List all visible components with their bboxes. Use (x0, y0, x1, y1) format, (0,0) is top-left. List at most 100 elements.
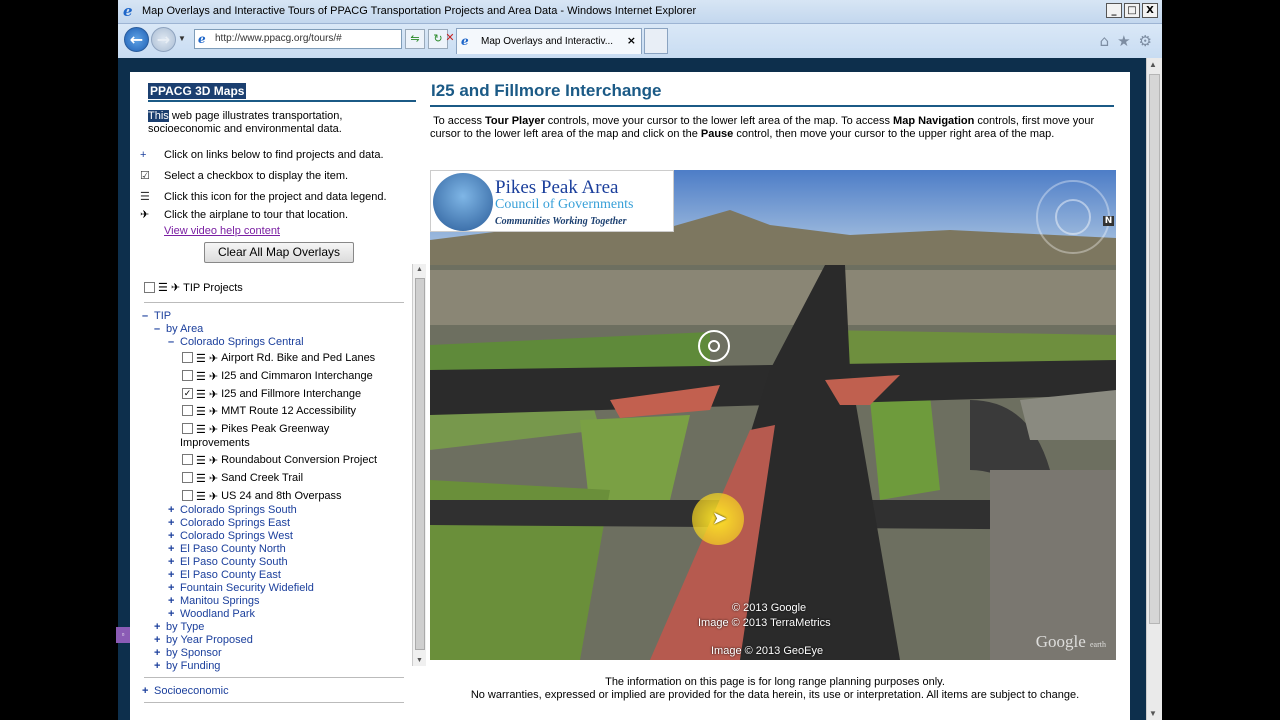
sidebar-scrollbar[interactable]: ▲ ▼ (412, 264, 426, 666)
project-label-continued[interactable]: Improvements (180, 437, 250, 449)
scroll-down-icon[interactable]: ▼ (416, 657, 423, 664)
sidebar-scroll-thumb[interactable] (415, 278, 425, 650)
tree-group-item[interactable]: + by Sponsor (154, 647, 222, 659)
tree-group-item-label[interactable]: by Funding (166, 660, 220, 672)
history-dropdown-icon[interactable]: ▼ (178, 34, 186, 43)
legend-icon[interactable]: ☰ (196, 405, 206, 418)
tree-area-item[interactable]: + El Paso County North (168, 543, 286, 555)
minus-icon[interactable]: – (142, 310, 154, 322)
tree-group-item-label[interactable]: by Sponsor (166, 647, 222, 659)
plus-icon[interactable]: + (142, 685, 154, 697)
project-label[interactable]: I25 and Cimmaron Interchange (221, 370, 373, 383)
tree-area-item-label[interactable]: Fountain Security Widefield (180, 582, 314, 594)
tree-by-area[interactable]: – by Area (154, 323, 203, 335)
project-checkbox[interactable] (182, 352, 193, 363)
project-checkbox[interactable]: ✓ (182, 388, 193, 399)
home-icon[interactable]: ⌂ (1100, 32, 1110, 50)
scroll-up-icon[interactable]: ▲ (1149, 60, 1157, 69)
tree-area-item[interactable]: + El Paso County East (168, 569, 281, 581)
project-label[interactable]: Sand Creek Trail (221, 472, 303, 485)
tree-area-item-label[interactable]: El Paso County East (180, 569, 281, 581)
airplane-icon[interactable]: ✈ (209, 472, 218, 485)
airplane-icon[interactable]: ✈ (209, 423, 218, 436)
legend-icon[interactable]: ☰ (196, 388, 206, 401)
plus-icon[interactable]: + (154, 621, 166, 633)
plus-icon[interactable]: + (168, 517, 180, 529)
plus-icon[interactable]: + (168, 569, 180, 581)
plus-icon[interactable]: + (154, 647, 166, 659)
plus-icon[interactable]: + (168, 543, 180, 555)
tree-area-item-label[interactable]: Woodland Park (180, 608, 255, 620)
tree-area-item[interactable]: + El Paso County South (168, 556, 288, 568)
3d-map-viewer[interactable]: Pikes Peak Area Council of Governments C… (430, 170, 1116, 660)
tree-tip-label[interactable]: TIP (154, 310, 171, 322)
address-url[interactable]: http://www.ppacg.org/tours/# (215, 33, 342, 44)
forward-button[interactable]: → (151, 27, 176, 52)
tree-area-item-label[interactable]: El Paso County South (180, 556, 288, 568)
project-label[interactable]: I25 and Fillmore Interchange (221, 388, 361, 401)
page-scrollbar[interactable]: ▲ ▼ (1146, 58, 1162, 720)
tree-area-item[interactable]: + Woodland Park (168, 608, 255, 620)
project-checkbox[interactable] (182, 405, 193, 416)
back-button[interactable]: ← (124, 27, 149, 52)
tree-cs-central-label[interactable]: Colorado Springs Central (180, 336, 304, 348)
new-tab-button[interactable] (644, 28, 668, 54)
tree-area-item-label[interactable]: El Paso County North (180, 543, 286, 555)
tree-tip[interactable]: – TIP (142, 310, 171, 322)
tree-area-item-label[interactable]: Colorado Springs East (180, 517, 290, 529)
legend-icon[interactable]: ☰ (196, 490, 206, 503)
side-marker-icon[interactable]: ▫ (116, 627, 130, 643)
project-label[interactable]: Pikes Peak Greenway (221, 423, 329, 436)
project-checkbox[interactable] (182, 423, 193, 434)
tools-gear-icon[interactable]: ⚙ (1139, 32, 1152, 50)
project-label[interactable]: US 24 and 8th Overpass (221, 490, 341, 503)
project-label[interactable]: Roundabout Conversion Project (221, 454, 377, 467)
favorites-star-icon[interactable]: ★ (1117, 32, 1130, 50)
plus-icon[interactable]: + (168, 504, 180, 516)
plus-icon[interactable]: + (168, 556, 180, 568)
legend-icon[interactable]: ☰ (196, 352, 206, 365)
tree-group-item[interactable]: + by Funding (154, 660, 220, 672)
browser-tab[interactable]: e Map Overlays and Interactiv... × (456, 28, 642, 54)
legend-icon[interactable]: ☰ (196, 472, 206, 485)
tree-area-item[interactable]: + Fountain Security Widefield (168, 582, 314, 594)
airplane-icon[interactable]: ✈ (209, 388, 218, 401)
tree-area-item-label[interactable]: Colorado Springs West (180, 530, 293, 542)
minus-icon[interactable]: – (154, 323, 166, 335)
tree-group-item[interactable]: + by Year Proposed (154, 634, 253, 646)
airplane-icon[interactable]: ✈ (209, 454, 218, 467)
project-label[interactable]: MMT Route 12 Accessibility (221, 405, 356, 418)
minus-icon[interactable]: – (168, 336, 180, 348)
airplane-icon[interactable]: ✈ (171, 281, 180, 294)
scroll-up-icon[interactable]: ▲ (416, 266, 423, 273)
address-bar[interactable]: e http://www.ppacg.org/tours/# ▼ (194, 29, 474, 49)
legend-icon[interactable]: ☰ (196, 423, 206, 436)
project-label[interactable]: Airport Rd. Bike and Ped Lanes (221, 352, 375, 365)
tree-area-item[interactable]: + Colorado Springs West (168, 530, 293, 542)
plus-icon[interactable]: + (168, 582, 180, 594)
plus-icon[interactable]: + (168, 530, 180, 542)
view-video-help-link[interactable]: View video help content (164, 225, 280, 237)
tree-area-item[interactable]: + Manitou Springs (168, 595, 260, 607)
airplane-icon[interactable]: ✈ (209, 352, 218, 365)
tree-group-item[interactable]: + by Type (154, 621, 204, 633)
tree-by-area-label[interactable]: by Area (166, 323, 203, 335)
plus-icon[interactable]: + (154, 634, 166, 646)
tree-area-item[interactable]: + Colorado Springs East (168, 517, 290, 529)
plus-icon[interactable]: + (168, 595, 180, 607)
tip-projects-checkbox[interactable] (144, 282, 155, 293)
tab-close-icon[interactable]: × (627, 34, 636, 47)
minimize-button[interactable]: _ (1106, 3, 1122, 18)
airplane-icon[interactable]: ✈ (209, 405, 218, 418)
legend-icon[interactable]: ☰ (196, 454, 206, 467)
tree-area-item-label[interactable]: Manitou Springs (180, 595, 260, 607)
tree-group-item-label[interactable]: by Type (166, 621, 204, 633)
airplane-icon[interactable]: ✈ (209, 490, 218, 503)
legend-icon[interactable]: ☰ (196, 370, 206, 383)
project-checkbox[interactable] (182, 370, 193, 381)
tree-area-item[interactable]: + Colorado Springs South (168, 504, 297, 516)
tree-socioeconomic[interactable]: + Socioeconomic (142, 685, 229, 697)
tree-area-item-label[interactable]: Colorado Springs South (180, 504, 297, 516)
plus-icon[interactable]: + (168, 608, 180, 620)
legend-icon[interactable]: ☰ (158, 281, 168, 294)
